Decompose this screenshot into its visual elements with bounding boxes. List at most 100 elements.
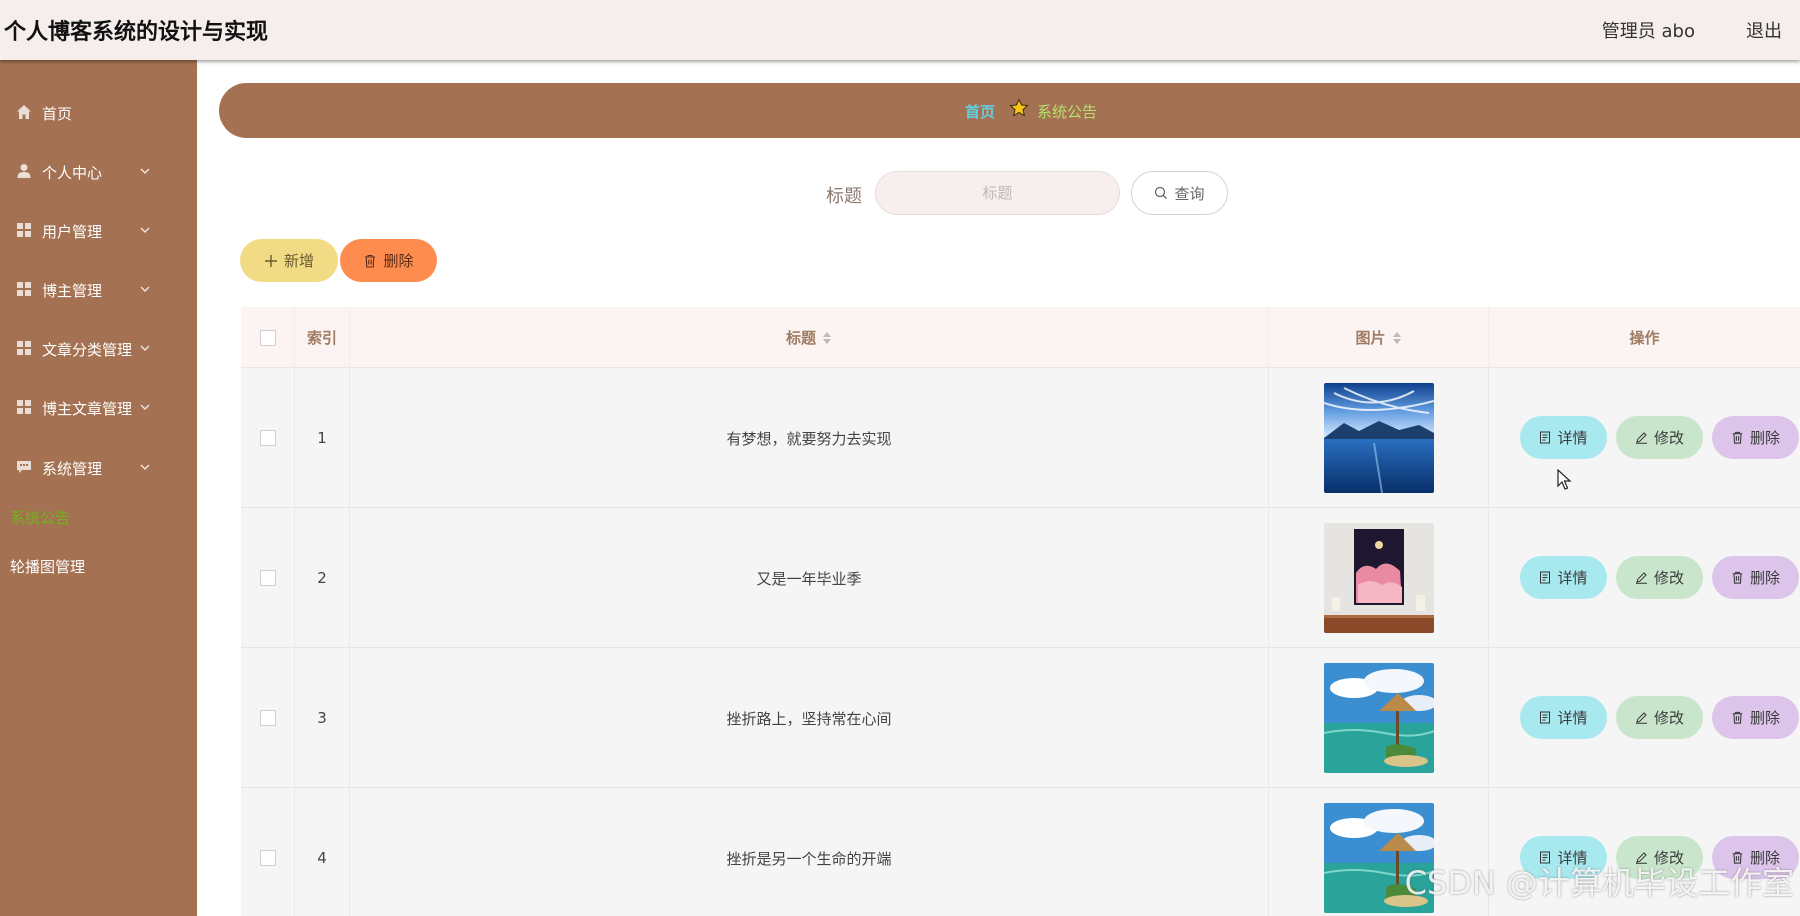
logout-link[interactable]: 退出: [1746, 17, 1782, 43]
row-title: 挫折路上，坚持常在心间: [350, 648, 1269, 788]
sidebar-item-system-management[interactable]: 系统管理: [0, 447, 197, 487]
trash-icon: [1732, 431, 1743, 444]
column-header-title-label: 标题: [785, 329, 816, 347]
tropical-hut-thumbnail[interactable]: [1323, 663, 1434, 773]
edit-button-label: 修改: [1653, 570, 1684, 587]
submenu-item-announcements[interactable]: 系统公告: [10, 507, 70, 528]
search-label: 标题: [826, 186, 862, 207]
sidebar-item-article-management[interactable]: 博主文章管理: [0, 387, 197, 427]
edit-button[interactable]: 修改: [1616, 416, 1703, 459]
row-checkbox[interactable]: [259, 850, 276, 866]
row-image-cell: [1269, 508, 1489, 648]
chevron-down-icon: [140, 168, 150, 174]
detail-button[interactable]: 详情: [1520, 556, 1607, 599]
chevron-down-icon: [140, 227, 150, 233]
submenu-item-carousel[interactable]: 轮播图管理: [10, 556, 85, 577]
edit-icon: [1635, 572, 1647, 584]
document-icon: [1540, 431, 1551, 444]
grid-icon: [17, 341, 31, 355]
row-delete-button-label: 删除: [1749, 570, 1780, 587]
sidebar-item-home[interactable]: 首页: [0, 92, 197, 132]
announcements-table: 索引 标题 图片 操作 1 有梦想，就要努力去实现 详情 修改 删除 2 又是一…: [241, 307, 1800, 916]
table-row: 3 挫折路上，坚持常在心间 详情 修改 删除: [241, 648, 1800, 788]
row-index: 4: [295, 788, 350, 916]
sidebar-item-label: 系统管理: [42, 460, 103, 478]
sidebar-item-label: 用户管理: [42, 223, 103, 241]
row-image-cell: [1269, 368, 1489, 508]
edit-button[interactable]: 修改: [1616, 696, 1703, 739]
trash-icon: [1732, 711, 1743, 724]
sort-icon: [823, 331, 831, 344]
watermark: CSDN @计算机毕设工作室: [1404, 864, 1794, 902]
sidebar-item-user-management[interactable]: 用户管理: [0, 210, 197, 250]
column-header-image-label: 图片: [1355, 329, 1386, 347]
row-select-cell: [241, 368, 295, 508]
plus-icon: [264, 254, 277, 267]
sidebar-item-label: 文章分类管理: [42, 341, 133, 359]
column-header-title[interactable]: 标题: [350, 307, 1269, 368]
sidebar-item-blogger-management[interactable]: 博主管理: [0, 269, 197, 309]
query-button[interactable]: 查询: [1131, 171, 1228, 215]
chevron-up-icon: [140, 464, 150, 470]
breadcrumb: 首页 系统公告: [219, 83, 1800, 138]
edit-button[interactable]: 修改: [1616, 556, 1703, 599]
top-header: 个人博客系统的设计与实现 管理员 abo 退出: [0, 0, 1800, 60]
document-icon: [1540, 711, 1551, 724]
detail-button-label: 详情: [1557, 570, 1588, 587]
row-delete-button[interactable]: 删除: [1712, 416, 1799, 459]
row-select-cell: [241, 648, 295, 788]
row-checkbox[interactable]: [259, 430, 276, 446]
user-icon: [17, 164, 31, 178]
row-checkbox[interactable]: [259, 710, 276, 726]
home-icon: [17, 105, 31, 119]
document-icon: [1540, 571, 1551, 584]
row-index: 3: [295, 648, 350, 788]
sidebar-item-label: 博主文章管理: [42, 400, 133, 418]
sidebar-item-personal-center[interactable]: 个人中心: [0, 151, 197, 191]
star-icon: [1009, 98, 1029, 117]
row-image-cell: [1269, 648, 1489, 788]
select-all-checkbox[interactable]: [259, 329, 276, 346]
row-delete-button[interactable]: 删除: [1712, 556, 1799, 599]
mouse-cursor-icon: [1557, 469, 1572, 490]
bulk-delete-button[interactable]: 删除: [340, 239, 437, 282]
detail-button[interactable]: 详情: [1520, 696, 1607, 739]
row-delete-button[interactable]: 删除: [1712, 696, 1799, 739]
sidebar-item-label: 博主管理: [42, 282, 103, 300]
sidebar-item-category-management[interactable]: 文章分类管理: [0, 328, 197, 368]
app-title: 个人博客系统的设计与实现: [4, 20, 269, 45]
sidebar: 首页 个人中心 用户管理 博主管理 文章分类管理 博主文章管理 系统管理 系统公…: [0, 60, 197, 916]
sidebar-item-label: 首页: [42, 105, 73, 123]
trash-icon: [1732, 571, 1743, 584]
detail-button-label: 详情: [1557, 430, 1588, 447]
pink-clouds-poster-thumbnail[interactable]: [1323, 523, 1434, 633]
chat-icon: [17, 461, 31, 473]
header-select-all-cell: [241, 307, 295, 368]
chevron-down-icon: [140, 345, 150, 351]
trash-icon: [365, 254, 376, 268]
row-delete-button-label: 删除: [1749, 430, 1780, 447]
row-title: 挫折是另一个生命的开端: [350, 788, 1269, 916]
row-checkbox[interactable]: [259, 570, 276, 586]
query-button-label: 查询: [1174, 185, 1205, 203]
add-button[interactable]: 新增: [240, 239, 338, 282]
column-header-image[interactable]: 图片: [1269, 307, 1489, 368]
row-title: 有梦想，就要努力去实现: [350, 368, 1269, 508]
edit-icon: [1635, 432, 1647, 444]
row-index: 1: [295, 368, 350, 508]
chevron-down-icon: [140, 286, 150, 292]
sort-icon: [1392, 331, 1401, 344]
bulk-delete-button-label: 删除: [383, 253, 414, 270]
detail-button-label: 详情: [1557, 710, 1588, 727]
grid-icon: [17, 282, 31, 296]
edit-icon: [1635, 712, 1647, 724]
title-search-input[interactable]: [875, 171, 1120, 215]
row-index: 2: [295, 508, 350, 648]
detail-button[interactable]: 详情: [1520, 416, 1607, 459]
column-header-index: 索引: [295, 307, 350, 368]
table-row: 2 又是一年毕业季 详情 修改 删除: [241, 508, 1800, 648]
row-select-cell: [241, 788, 295, 916]
row-select-cell: [241, 508, 295, 648]
mountain-lake-thumbnail[interactable]: [1323, 383, 1434, 493]
breadcrumb-home[interactable]: 首页: [965, 101, 995, 122]
